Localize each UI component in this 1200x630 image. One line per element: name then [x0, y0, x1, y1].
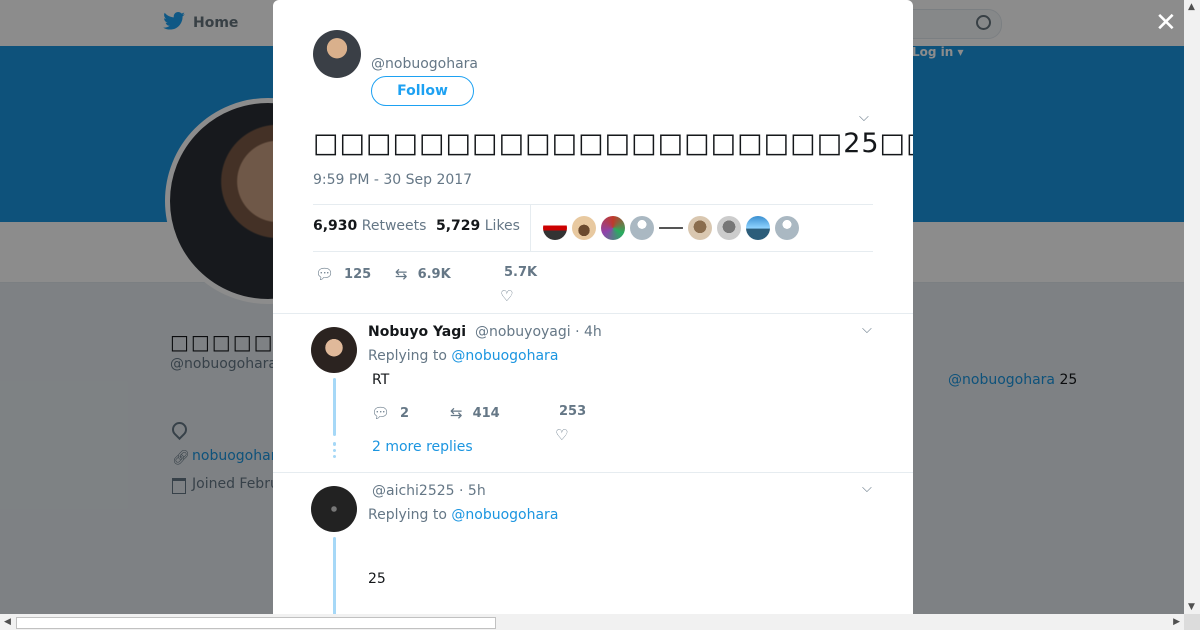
divider — [273, 313, 913, 314]
liker-avatar[interactable] — [688, 216, 712, 240]
reply-time[interactable]: · 5h — [459, 483, 486, 499]
liker-avatar[interactable] — [659, 216, 683, 240]
scroll-right-arrow[interactable]: ▶ — [1173, 617, 1180, 627]
author-avatar[interactable] — [313, 30, 361, 78]
retweet-count: 6,930 — [313, 218, 358, 234]
liker-avatar[interactable] — [572, 216, 596, 240]
thread-dot — [333, 442, 336, 446]
replying-to: Replying to @nobuogohara — [368, 348, 558, 364]
retweet-stat-label: Retweets — [361, 218, 427, 234]
reply-avatar[interactable] — [311, 486, 357, 532]
reply-avatar[interactable] — [311, 327, 357, 373]
liker-avatar[interactable] — [601, 216, 625, 240]
liker-avatars — [543, 216, 799, 240]
reply-count: 2 — [400, 405, 410, 421]
reply-text: 25 — [368, 571, 386, 587]
likes-count: 5,729 — [436, 218, 481, 234]
scroll-up-arrow[interactable]: ▲ — [1188, 2, 1195, 12]
tweet-stats: 6,930 Retweets 5,729 Likes — [313, 204, 873, 252]
reply-count: 125 — [344, 266, 372, 282]
heart-icon[interactable]: ♡ — [555, 426, 568, 444]
horizontal-scrollbar[interactable]: ◀ ▶ — [0, 614, 1184, 630]
reply-header: @aichi2525 · 5h — [372, 483, 486, 499]
replying-to: Replying to @nobuogohara — [368, 507, 558, 523]
tweet-modal: @nobuogohara Follow ⌵ □□□□□□□□□□□□□□□□□□… — [273, 0, 913, 614]
replying-prefix: Replying to — [368, 348, 452, 364]
liker-avatar[interactable] — [775, 216, 799, 240]
like-count-label: 5.7K — [504, 265, 538, 280]
tweet-text: □□□□□□□□□□□□□□□□□□□□25□□□□□□□□□□□□□□□□□□… — [313, 128, 913, 159]
likes-stat[interactable]: 5,729 Likes — [436, 218, 520, 234]
like-count-label: 253 — [559, 404, 587, 419]
retweet-button[interactable]: ⇆ 6.9K — [395, 265, 451, 283]
reply-time[interactable]: · 4h — [575, 324, 602, 340]
thread-line — [333, 378, 336, 436]
scroll-down-arrow[interactable]: ▼ — [1188, 602, 1195, 612]
stats-divider — [530, 205, 531, 251]
reply-button[interactable]: 💬︎ 2 — [371, 404, 409, 422]
likes-stat-label: Likes — [484, 218, 520, 234]
divider — [273, 472, 913, 473]
retweet-action-count: 6.9K — [417, 266, 451, 282]
liker-avatar[interactable] — [746, 216, 770, 240]
retweet-icon: ⇆ — [395, 265, 408, 283]
more-replies-link[interactable]: 2 more replies — [372, 439, 473, 455]
horizontal-scroll-thumb[interactable] — [16, 617, 496, 629]
chevron-down-icon[interactable]: ⌵ — [862, 481, 872, 496]
close-icon[interactable]: ✕ — [1155, 10, 1177, 36]
replying-to-handle[interactable]: @nobuogohara — [451, 507, 558, 523]
reply-author-handle[interactable]: @aichi2525 — [372, 483, 455, 499]
thread-dot — [333, 449, 336, 452]
follow-button[interactable]: Follow — [371, 76, 474, 106]
reply-icon: 💬︎ — [315, 265, 335, 283]
replying-prefix: Replying to — [368, 507, 452, 523]
reply-icon: 💬︎ — [371, 404, 391, 422]
reply-header: Nobuyo Yagi @nobuyoyagi · 4h — [368, 324, 602, 340]
reply-author-name[interactable]: Nobuyo Yagi — [368, 324, 466, 340]
retweet-count: 414 — [472, 405, 500, 421]
liker-avatar[interactable] — [717, 216, 741, 240]
retweet-button[interactable]: ⇆ 414 — [450, 404, 500, 422]
replying-to-handle[interactable]: @nobuogohara — [451, 348, 558, 364]
tweet-timestamp[interactable]: 9:59 PM - 30 Sep 2017 — [313, 172, 472, 188]
scroll-left-arrow[interactable]: ◀ — [4, 617, 11, 627]
reply-text: RT — [372, 372, 390, 388]
thread-line — [333, 537, 336, 614]
liker-avatar[interactable] — [543, 216, 567, 240]
scrollbar-corner — [1184, 614, 1200, 630]
author-handle[interactable]: @nobuogohara — [371, 56, 478, 72]
thread-dot — [333, 455, 336, 458]
heart-icon[interactable]: ♡ — [500, 287, 513, 305]
liker-avatar[interactable] — [630, 216, 654, 240]
chevron-down-icon[interactable]: ⌵ — [862, 322, 872, 337]
reply-button[interactable]: 💬︎ 125 — [315, 265, 371, 283]
retweet-stat[interactable]: 6,930 Retweets — [313, 218, 426, 234]
chevron-down-icon[interactable]: ⌵ — [859, 110, 869, 125]
reply-author-handle[interactable]: @nobuyoyagi — [475, 324, 571, 340]
vertical-scrollbar[interactable]: ▲ ▼ — [1184, 0, 1200, 614]
retweet-icon: ⇆ — [450, 404, 463, 422]
